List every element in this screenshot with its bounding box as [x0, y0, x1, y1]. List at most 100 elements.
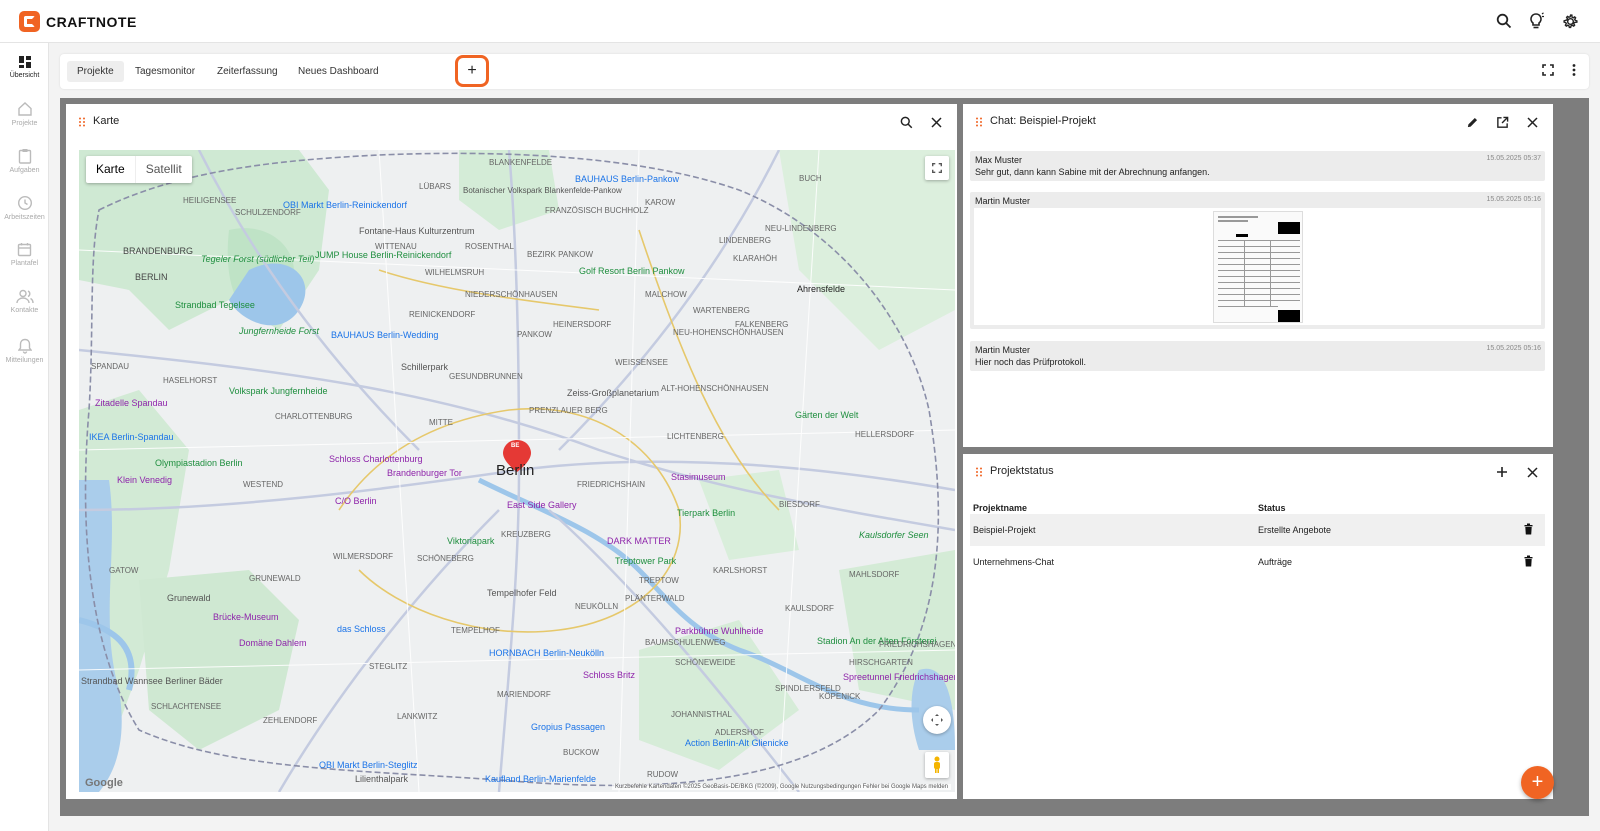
map-poi[interactable]: Schillerpark — [401, 362, 448, 372]
add-icon[interactable] — [1493, 463, 1511, 481]
column-header[interactable]: Status — [1258, 503, 1286, 513]
map-poi[interactable]: C/O Berlin — [335, 496, 377, 506]
trash-icon[interactable] — [1524, 523, 1533, 537]
search-icon[interactable] — [1494, 11, 1514, 31]
map-poi[interactable]: Action Berlin-Alt Glienicke — [685, 738, 789, 748]
table-row[interactable]: Beispiel-Projekt Erstellte Angebote — [970, 514, 1545, 546]
map-poi[interactable]: HORNBACH Berlin-Neukölln — [489, 648, 604, 658]
map-poi[interactable]: Tegeler Forst (südlicher Teil) — [201, 254, 314, 264]
sidebar-item-overview[interactable]: Übersicht — [0, 43, 49, 90]
lightbulb-icon[interactable] — [1527, 11, 1547, 31]
map-poi[interactable]: Strandbad Tegelsee — [175, 300, 255, 310]
map-poi[interactable]: Grunewald — [167, 593, 211, 603]
map-poi[interactable]: Klein Venedig — [117, 475, 172, 485]
sidebar-item-label: Kontakte — [10, 307, 39, 314]
map-poi[interactable]: Treptower Park — [615, 556, 676, 566]
map-poi[interactable]: OBI Markt Berlin-Steglitz — [319, 760, 418, 770]
app-logo[interactable]: CRAFTNOTE — [19, 11, 137, 32]
district-label: SPINDLERSFELD — [775, 684, 841, 693]
trash-icon[interactable] — [1524, 555, 1533, 569]
map-poi[interactable]: Fontane-Haus Kulturzentrum — [359, 226, 475, 236]
map-poi[interactable]: JUMP House Berlin-Reinickendorf — [315, 250, 451, 260]
sidebar-item-contacts[interactable]: Kontakte — [0, 278, 49, 325]
gear-icon[interactable] — [1560, 11, 1580, 31]
map-view[interactable]: Karte Satellit BE Berlin BAUHAUS Berlin-… — [79, 150, 955, 792]
sidebar-item-worktimes[interactable]: Arbeitszeiten — [0, 184, 49, 231]
sidebar-item-planboard[interactable]: Plantafel — [0, 231, 49, 278]
fullscreen-icon[interactable] — [1541, 63, 1555, 82]
map-poi[interactable]: Domäne Dahlem — [239, 638, 307, 648]
map-poi[interactable]: Brücke-Museum — [213, 612, 279, 622]
more-vertical-icon[interactable] — [1571, 63, 1577, 82]
map-type-toggle[interactable]: Karte Satellit — [86, 156, 192, 183]
tab-neues-dashboard[interactable]: Neues Dashboard — [288, 61, 389, 82]
pegman-icon[interactable] — [925, 752, 949, 778]
map-poi[interactable]: BAUHAUS Berlin-Wedding — [331, 330, 438, 340]
district-label: PLÄNTERWALD — [625, 594, 685, 603]
drag-handle-icon[interactable] — [975, 117, 983, 127]
map-poi[interactable]: Gropius Passagen — [531, 722, 605, 732]
document-thumbnail[interactable] — [1212, 210, 1303, 323]
map-poi[interactable]: Strandbad Wannsee Berliner Bäder — [81, 676, 223, 686]
drag-handle-icon[interactable] — [975, 467, 983, 477]
add-dashboard-button[interactable]: + — [455, 55, 489, 87]
close-icon[interactable] — [1523, 113, 1541, 131]
tab-zeiterfassung[interactable]: Zeiterfassung — [207, 61, 288, 82]
map-poi[interactable]: Ahrensfelde — [797, 284, 845, 294]
map-poi[interactable]: BAUHAUS Berlin-Pankow — [575, 174, 679, 184]
edit-icon[interactable] — [1463, 113, 1481, 131]
map-poi[interactable]: Tempelhofer Feld — [487, 588, 557, 598]
map-poi[interactable]: Kaufland Berlin-Marienfelde — [485, 774, 596, 784]
map-poi[interactable]: Stasimuseum — [671, 472, 726, 482]
map-poi[interactable]: Kaulsdorfer Seen — [859, 530, 929, 540]
map-poi[interactable]: Botanischer Volkspark Blankenfelde-Panko… — [463, 186, 622, 195]
sidebar-item-tasks[interactable]: Aufgaben — [0, 137, 49, 184]
district-label: HIRSCHGARTEN — [849, 658, 913, 667]
map-poi[interactable]: das Schloss — [337, 624, 386, 634]
search-icon[interactable] — [897, 113, 915, 131]
message-attachment[interactable] — [974, 208, 1541, 325]
district-label: SCHÖNEWEIDE — [675, 658, 736, 667]
map-poi[interactable]: Olympiastadion Berlin — [155, 458, 243, 468]
map-poi[interactable]: Volkspark Jungfernheide — [229, 386, 328, 396]
map-type-satellit[interactable]: Satellit — [134, 156, 192, 183]
sidebar-item-projects[interactable]: Projekte — [0, 90, 49, 137]
close-icon[interactable] — [1523, 463, 1541, 481]
drag-handle-icon[interactable] — [78, 117, 86, 127]
map-poi[interactable]: Gärten der Welt — [795, 410, 858, 420]
map-fullscreen-button[interactable] — [925, 156, 949, 180]
dashboard-grid: Karte Karte Satellit BE Berlin BAUHAUS B… — [60, 98, 1589, 816]
map-poi[interactable]: Tierpark Berlin — [677, 508, 735, 518]
district-label: RUDOW — [647, 770, 679, 779]
map-poi[interactable]: Jungfernheide Forst — [239, 326, 319, 336]
map-poi[interactable]: DARK MATTER — [607, 536, 671, 546]
map-poi[interactable]: East Side Gallery — [507, 500, 577, 510]
chat-message: Max Muster 15.05.2025 05:37 Sehr gut, da… — [970, 151, 1545, 181]
district-label: FRIEDRICHSHAIN — [577, 480, 646, 489]
map-poi[interactable]: Viktoriapark — [447, 536, 494, 546]
map-poi[interactable]: Lilienthalpark — [355, 774, 408, 784]
district-label: PRENZLAUER BERG — [529, 406, 608, 415]
tab-projekte[interactable]: Projekte — [67, 61, 124, 82]
map-poi[interactable]: Parkbühne Wuhlheide — [675, 626, 763, 636]
map-type-karte[interactable]: Karte — [86, 156, 135, 183]
table-row[interactable]: Unternehmens-Chat Aufträge — [970, 546, 1545, 578]
map-poi[interactable]: Zeiss-Großplanetarium — [567, 388, 659, 398]
map-poi[interactable]: Zitadelle Spandau — [95, 398, 168, 408]
column-header[interactable]: Projektname — [973, 503, 1027, 513]
map-poi[interactable]: Spreetunnel Friedrichshagen — [843, 672, 955, 682]
map-camera-control[interactable] — [923, 706, 951, 734]
tab-tagesmonitor[interactable]: Tagesmonitor — [125, 61, 205, 82]
map-poi[interactable]: Brandenburger Tor — [387, 468, 462, 478]
map-poi[interactable]: Schloss Britz — [583, 670, 635, 680]
floating-add-button[interactable]: + — [1521, 766, 1554, 799]
sidebar-item-notifications[interactable]: Mitteilungen — [0, 325, 49, 377]
map-poi[interactable]: Golf Resort Berlin Pankow — [579, 266, 685, 276]
close-icon[interactable] — [927, 113, 945, 131]
map-poi[interactable]: Schloss Charlottenburg — [329, 454, 423, 464]
map-attribution[interactable]: Kurzbefehle Kartendaten ©2025 GeoBasis-D… — [611, 784, 951, 790]
map-poi[interactable]: OBI Markt Berlin-Reinickendorf — [283, 200, 407, 210]
open-external-icon[interactable] — [1493, 113, 1511, 131]
district-label: MALCHOW — [645, 290, 687, 299]
map-poi[interactable]: IKEA Berlin-Spandau — [89, 432, 174, 442]
